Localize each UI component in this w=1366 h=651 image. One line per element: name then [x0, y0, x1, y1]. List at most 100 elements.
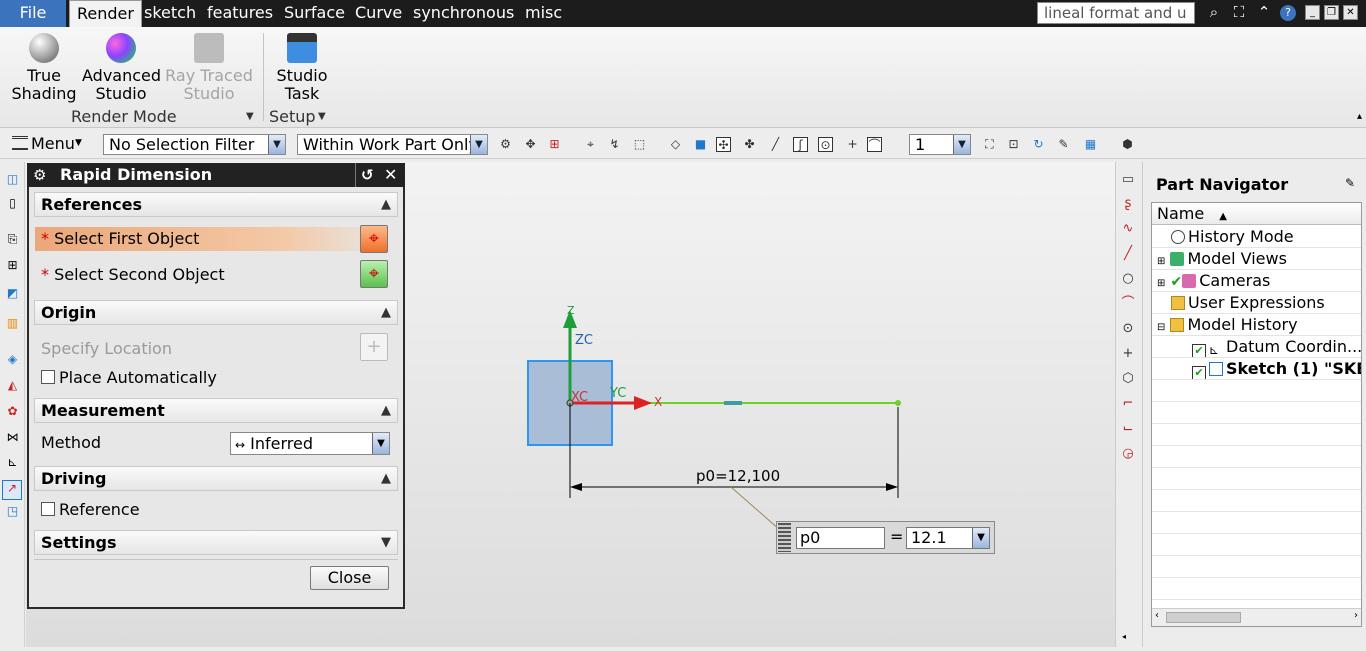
tree-item-model-views[interactable]: ⊞ Model Views	[1152, 248, 1361, 270]
close-window-button[interactable]: ✕	[1343, 5, 1358, 20]
rectangle-icon[interactable]: ▭	[1120, 172, 1136, 188]
page-icon[interactable]: ▯	[5, 196, 20, 211]
name-column-header[interactable]: Name ▲	[1152, 203, 1361, 225]
snap-icon[interactable]: ⚙	[498, 137, 513, 152]
move-icon[interactable]: ↯	[607, 137, 622, 152]
circle-icon[interactable]: ○	[1120, 271, 1136, 287]
pin-icon[interactable]: ✎	[1345, 176, 1355, 190]
gear-icon[interactable]: ⚙	[33, 163, 46, 187]
body-icon[interactable]: ◇	[668, 137, 683, 152]
studio-task-button[interactable]: Studio Task	[272, 33, 332, 103]
tab-render[interactable]: Render	[69, 0, 142, 28]
tree-item-sketch[interactable]: ✔ Sketch (1) "SKE...	[1152, 358, 1361, 380]
checkbox-checked-icon[interactable]: ✔	[1192, 366, 1206, 379]
rectangle-select-icon[interactable]: ⬚	[632, 137, 647, 152]
tree-item-model-history[interactable]: ⊟ Model History	[1152, 314, 1361, 336]
select-first-crosshair-button[interactable]: ⌖	[360, 225, 388, 253]
tree-item-history-mode[interactable]: History Mode	[1152, 226, 1361, 248]
restore-button[interactable]: ❐	[1324, 5, 1339, 20]
search-input[interactable]: lineal format and u	[1037, 2, 1195, 24]
dialog-titlebar[interactable]: ⚙ Rapid Dimension ↺ ✕	[27, 163, 405, 187]
method-select[interactable]: ↔ Inferred ▼	[230, 432, 390, 455]
select-icon[interactable]: ✥	[523, 137, 538, 152]
measure-icon[interactable]: ⊾	[5, 455, 20, 470]
fit-view-icon[interactable]: ⛶	[982, 137, 997, 152]
line-endpoint[interactable]	[895, 400, 901, 406]
origin-section-header[interactable]: Origin ▲	[34, 300, 398, 325]
line-tool-icon[interactable]: ╱	[1120, 246, 1136, 262]
search-icon[interactable]: ⌕	[1204, 3, 1224, 21]
help-icon[interactable]: ?	[1280, 5, 1296, 21]
part-navigator-icon[interactable]: ⎘	[5, 232, 20, 247]
tree-icon[interactable]: ⊞	[5, 258, 20, 273]
place-automatically-row[interactable]: Place Automatically	[35, 366, 217, 390]
tab-features[interactable]: features	[200, 0, 280, 27]
point-snap-icon[interactable]: ✣	[716, 137, 731, 152]
settings-section-header[interactable]: Settings ▼	[34, 530, 398, 555]
menu-dropdown-icon[interactable]: ▼	[75, 138, 82, 148]
dimension-tool-icon[interactable]: ↗	[2, 480, 22, 500]
selection-filter-select[interactable]: No Selection Filter ▼	[103, 134, 286, 155]
tab-surface[interactable]: Surface	[277, 0, 352, 27]
driving-section-header[interactable]: Driving ▲	[34, 466, 398, 491]
rotate-icon[interactable]: ↻	[1031, 137, 1046, 152]
menu-button[interactable]: Menu	[31, 134, 75, 153]
tab-synchronous[interactable]: synchronous	[406, 0, 521, 27]
dimension-text[interactable]: p0=12,100	[696, 467, 780, 485]
drag-handle-icon[interactable]	[778, 523, 791, 552]
profile-icon[interactable]: ʂ	[1120, 196, 1136, 212]
ellipse-icon[interactable]: ⊙	[1120, 321, 1136, 337]
studio-spline-icon[interactable]: ∿	[1120, 221, 1136, 237]
conic-icon[interactable]: ◶	[1120, 446, 1136, 462]
reference-checkbox[interactable]	[41, 502, 55, 516]
scroll-left-icon[interactable]: ‹	[1155, 610, 1159, 621]
polygon-icon[interactable]: ⬡	[1120, 371, 1136, 387]
expand-icon[interactable]: ⊞	[1157, 278, 1165, 289]
layer-select[interactable]: 1 ▼	[909, 134, 971, 155]
tangent-icon[interactable]: ⌒	[867, 137, 882, 152]
assembly-icon[interactable]: ◫	[5, 172, 20, 187]
expression-name-field[interactable]: p0	[796, 527, 885, 549]
collapse-icon[interactable]: ⊟	[1157, 322, 1165, 333]
chevron-down-icon[interactable]: ▼	[972, 528, 989, 548]
sketch-icon[interactable]: ◳	[5, 504, 20, 519]
point-icon[interactable]: +	[1120, 346, 1136, 362]
tree-item-user-expressions[interactable]: User Expressions	[1152, 292, 1361, 314]
reset-icon[interactable]: ↺	[361, 163, 374, 187]
palette-icon[interactable]: ✿	[5, 404, 20, 419]
close-icon[interactable]: ✕	[384, 163, 397, 187]
plus-icon[interactable]: +	[845, 137, 860, 152]
scope-select[interactable]: Within Work Part Only ▼	[297, 134, 488, 155]
reuse-icon[interactable]: ◈	[5, 352, 20, 367]
fillet-icon[interactable]: ⌐	[1120, 396, 1136, 412]
expression-value-field[interactable]: 12.1 ▼	[906, 527, 990, 549]
feature-icon[interactable]: ⊞	[547, 137, 562, 152]
reference-row[interactable]: Reference	[35, 498, 140, 522]
circle-center-icon[interactable]: ⊙	[818, 137, 833, 152]
grid-snap-icon[interactable]: ✤	[742, 137, 757, 152]
tab-file[interactable]: File	[0, 0, 66, 27]
menu-icon[interactable]	[12, 136, 28, 150]
select-first-object-row[interactable]: * Select First Object	[35, 227, 390, 251]
select-second-crosshair-button[interactable]: ⌖	[360, 260, 388, 288]
horizontal-scrollbar[interactable]: ‹ ›	[1152, 608, 1361, 626]
select-second-object-row[interactable]: * Select Second Object	[35, 263, 225, 287]
setup-dropdown-icon[interactable]: ▼	[318, 111, 326, 122]
scrollbar-thumb[interactable]	[1166, 612, 1241, 623]
tab-sketch[interactable]: sketch	[137, 0, 203, 27]
arc-icon[interactable]: ⌒	[1120, 296, 1136, 312]
tree-item-datum-csys[interactable]: ✔ ⊾ Datum Coordin...	[1152, 336, 1361, 358]
render-mode-dropdown-icon[interactable]: ▼	[246, 111, 254, 122]
line-icon[interactable]: ╱	[768, 137, 783, 152]
minimize-button[interactable]: _	[1305, 5, 1320, 20]
chevron-up-icon[interactable]: ⌃	[1254, 3, 1274, 21]
role-icon[interactable]: ◭	[5, 378, 20, 393]
pan-icon[interactable]: ✎	[1056, 137, 1071, 152]
fullscreen-icon[interactable]: ⛶	[1229, 3, 1249, 21]
constraint-icon[interactable]: ⋈	[5, 430, 20, 445]
tab-misc[interactable]: misc	[518, 0, 569, 27]
checkbox-checked-icon[interactable]: ✔	[1192, 344, 1206, 357]
zoom-icon[interactable]: ⊡	[1006, 137, 1021, 152]
advanced-studio-button[interactable]: Advanced Studio	[82, 33, 161, 103]
measurement-section-header[interactable]: Measurement ▲	[34, 398, 398, 423]
